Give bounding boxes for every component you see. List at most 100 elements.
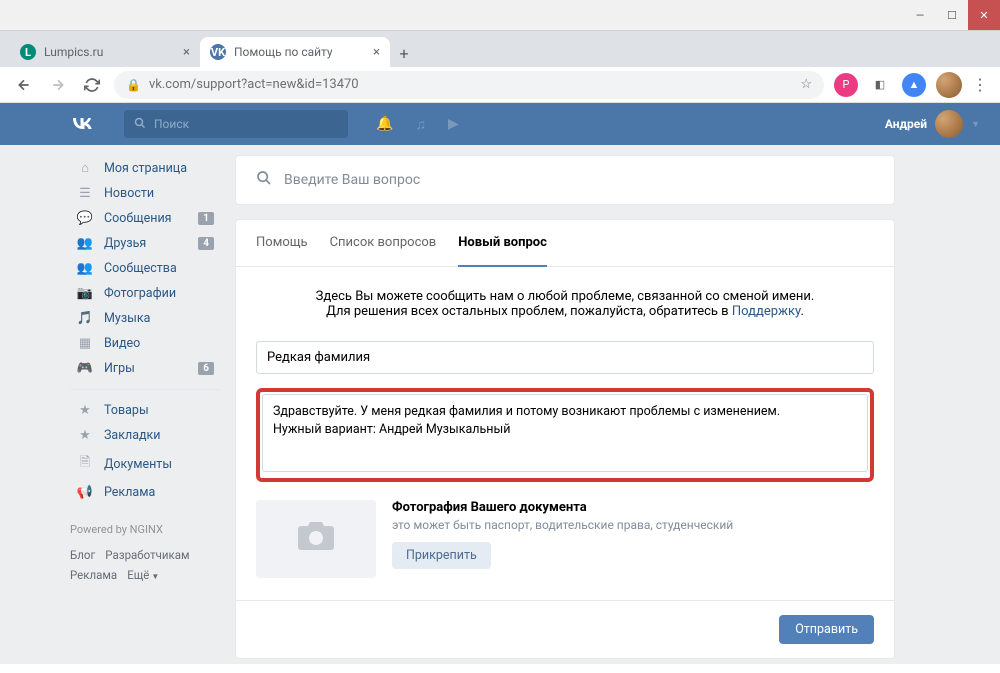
footer-link[interactable]: Реклама [70,568,117,582]
sidebar-item[interactable]: 📷 Фотографии [70,281,220,306]
badge: 6 [198,362,214,375]
support-form-card: Помощь Список вопросов Новый вопрос Здесь … [235,219,895,659]
footer-link[interactable]: Разработчикам [105,548,189,562]
browser-tab[interactable]: VK Помощь по сайту × [200,37,390,67]
user-avatar [935,110,963,138]
sidebar-item-label: Документы [104,457,172,472]
doc-title: Фотография Вашего документа [392,500,733,515]
support-tab[interactable]: Помощь [256,220,308,266]
sidebar-item-icon: 💬 [76,211,94,226]
sidebar-item-icon: ☰ [76,186,94,201]
close-tab-icon[interactable]: × [183,45,190,60]
sidebar-item[interactable]: ☰ Новости [70,181,220,206]
faq-search-placeholder: Введите Ваш вопрос [284,172,420,188]
sidebar-item-icon: 👥 [76,236,94,251]
sidebar-item-label: Друзья [104,236,146,251]
maximize-button[interactable]: ☐ [936,0,968,30]
attach-button[interactable]: Прикрепить [392,542,491,569]
sidebar-item[interactable]: 💬Сообщения1 [70,206,220,231]
message-textarea[interactable] [262,394,868,472]
username: Андрей [885,117,927,131]
forward-button[interactable] [46,73,70,97]
close-tab-icon[interactable]: × [373,45,380,60]
window-titlebar: — ☐ ✕ [0,0,1000,31]
sidebar-item-label: Музыка [104,311,150,326]
sidebar-item[interactable]: 🗎Документы [70,448,220,480]
sidebar-item[interactable]: 👥 Друзья 4 [70,231,220,256]
minimize-button[interactable]: — [904,0,936,30]
vk-logo[interactable] [70,115,94,133]
badge: 4 [198,237,214,250]
support-tab[interactable]: Список вопросов [330,220,437,266]
doc-subtitle: это может быть паспорт, водительские пра… [392,518,733,532]
music-icon[interactable]: ♫ [415,116,426,133]
submit-button[interactable]: Отправить [779,615,874,644]
intro-text: Здесь Вы можете сообщить нам о любой про… [296,289,834,319]
sidebar-item-icon: ⌂ [76,160,94,176]
sidebar-item-icon: 🎵 [76,311,94,326]
browser-toolbar: 🔒 vk.com/support?act=new&id=13470 ☆ P ◧ … [0,67,1000,103]
footer-link[interactable]: Ещё▼ [127,568,159,582]
vk-header: Поиск 🔔 ♫ ▶ Андрей ▼ [0,103,1000,145]
browser-menu[interactable]: ⋮ [972,75,988,94]
profile-avatar[interactable] [936,72,962,98]
sidebar-item-label: Закладки [104,428,161,443]
support-tabs: Помощь Список вопросов Новый вопрос [236,220,894,267]
address-bar[interactable]: 🔒 vk.com/support?act=new&id=13470 ☆ [114,71,824,99]
star-icon[interactable]: ☆ [800,77,812,92]
browser-tab[interactable]: L Lumpics.ru × [10,37,200,67]
sidebar-item[interactable]: 👥 Сообщества [70,256,220,281]
sidebar-item-label: Видео [104,336,140,351]
document-row: Фотография Вашего документа это может бы… [256,500,874,578]
play-icon[interactable]: ▶ [448,116,459,133]
favicon: VK [210,44,226,60]
vk-page: Поиск 🔔 ♫ ▶ Андрей ▼ ⌂ Моя страница ☰ Новос… [0,103,1000,664]
bell-icon[interactable]: 🔔 [376,116,393,133]
support-tab[interactable]: Новый вопрос [458,220,547,267]
sidebar-item-icon: ★ [76,428,94,443]
sidebar-item[interactable]: ⌂ Моя страница [70,155,220,181]
sidebar-item[interactable]: 🎮 Игры 6 [70,356,220,381]
header-icons: 🔔 ♫ ▶ [376,116,459,133]
extension-icon-3[interactable]: ▲ [902,73,926,97]
sidebar-item-icon: 🎮 [76,361,94,376]
vk-search-box[interactable]: Поиск [124,110,348,138]
sidebar-item[interactable]: ★Товары [70,398,220,423]
document-thumbnail [256,500,376,578]
new-tab-button[interactable]: + [390,39,418,67]
sidebar-item[interactable]: ▦ Видео [70,331,220,356]
sidebar-item-label: Фотографии [104,286,176,301]
sidebar-item-icon: 📷 [76,286,94,301]
browser-tab-strip: L Lumpics.ru × VK Помощь по сайту × + [0,31,1000,67]
reload-button[interactable] [80,73,104,97]
search-placeholder: Поиск [154,117,189,131]
header-user[interactable]: Андрей ▼ [885,110,980,138]
faq-search-box[interactable]: Введите Ваш вопрос [235,155,895,205]
sidebar-item[interactable]: ★ Закладки [70,423,220,448]
sidebar-item-label: Новости [104,186,154,201]
search-icon [134,117,146,132]
footer-links: Блог Разработчикам Реклама Ещё▼ [70,546,220,585]
sidebar-item-label: Сообщения [104,211,172,226]
back-button[interactable] [12,73,36,97]
subject-input[interactable] [256,341,874,374]
footer-link[interactable]: Блог [70,548,95,562]
sidebar-item-icon: ▦ [76,336,94,351]
sidebar-item-icon: ★ [76,403,94,418]
favicon: L [20,44,36,60]
main-content: Введите Ваш вопрос Помощь Список вопросов… [235,155,895,673]
close-button[interactable]: ✕ [968,0,1000,30]
sidebar-item-label: Игры [104,361,135,376]
support-link[interactable]: Поддержку [732,304,801,319]
extension-icon-2[interactable]: ◧ [868,73,892,97]
search-icon [256,170,272,190]
sidebar-item-label: Сообщества [104,261,177,276]
sidebar: ⌂Моя страница☰Новости💬Сообщения1👥Друзья4… [70,155,220,673]
tab-title: Помощь по сайту [234,45,333,59]
tab-title: Lumpics.ru [44,45,103,59]
sidebar-item[interactable]: 🎵 Музыка [70,306,220,331]
sidebar-item-label: Моя страница [104,161,187,176]
extension-icon-1[interactable]: P [834,73,858,97]
sidebar-item[interactable]: 📢Реклама [70,480,220,505]
sidebar-item-icon: 👥 [76,261,94,276]
